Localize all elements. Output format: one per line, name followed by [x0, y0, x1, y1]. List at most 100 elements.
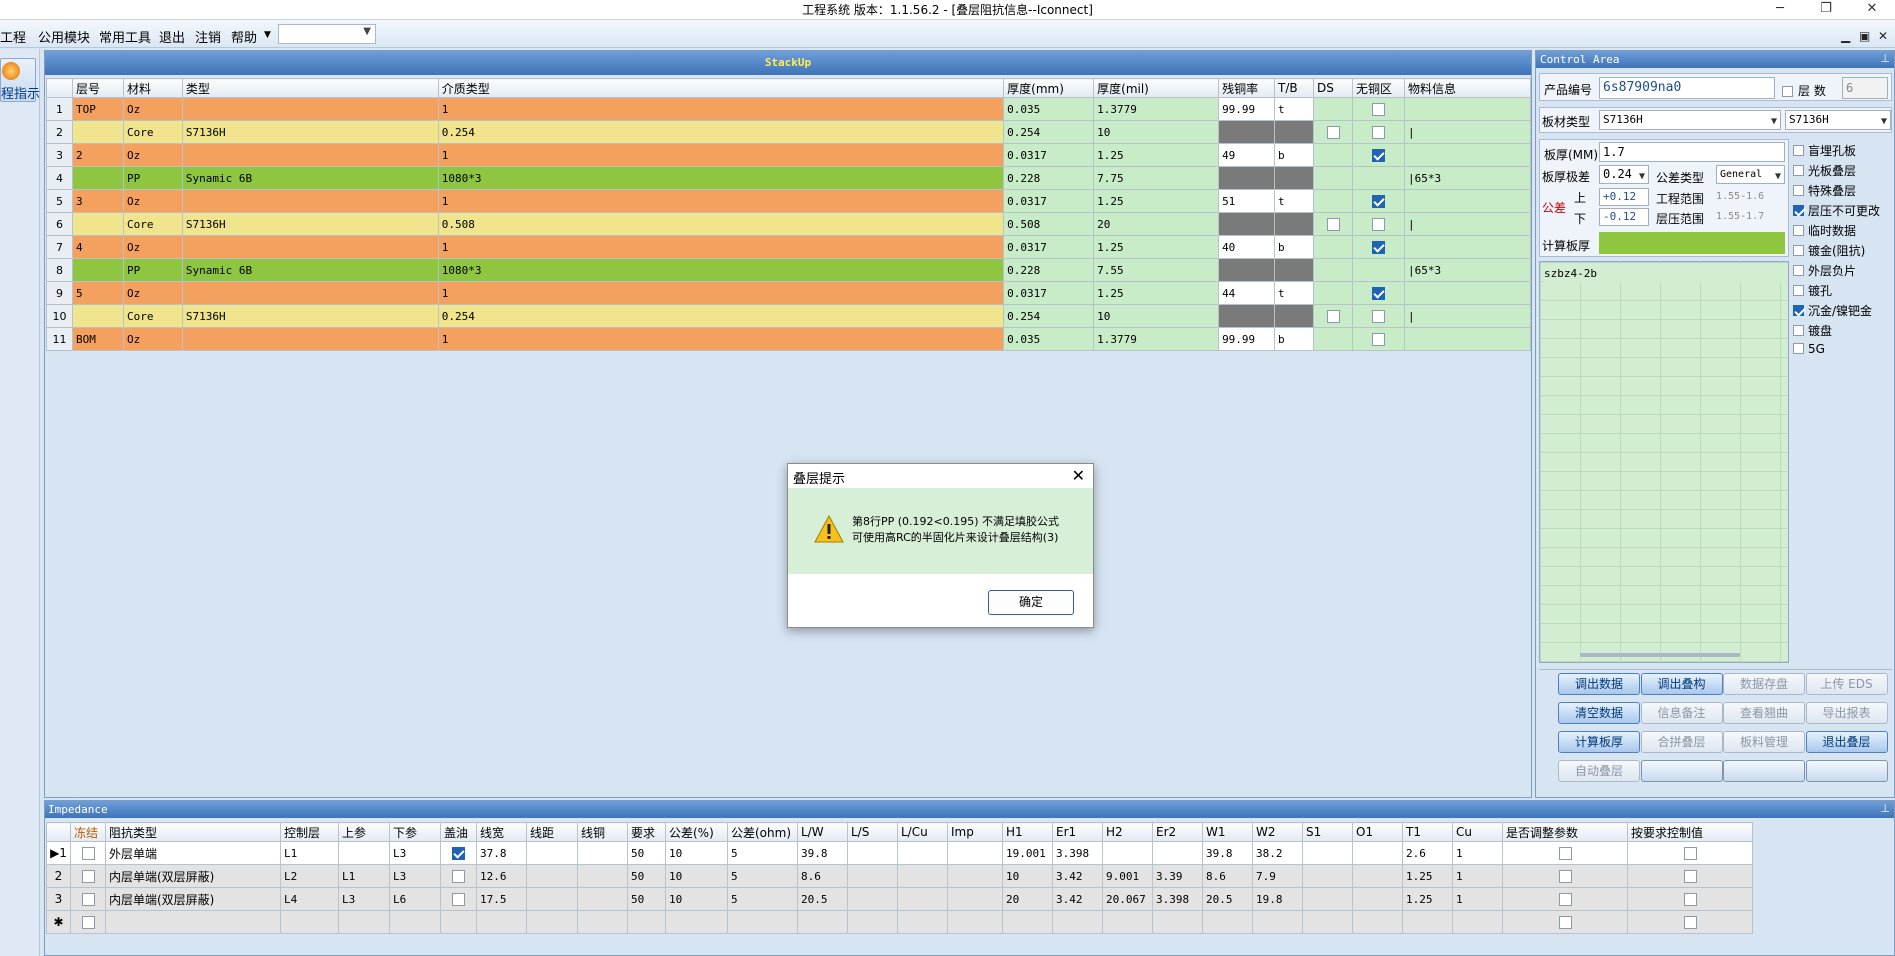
- copper-rate-cell[interactable]: [1218, 166, 1276, 190]
- thickness-mm-cell[interactable]: 0.228: [1003, 166, 1095, 190]
- oil-cell[interactable]: [440, 887, 477, 911]
- medium-cell[interactable]: 1: [437, 143, 1005, 167]
- type-cell[interactable]: [181, 97, 439, 121]
- imp-cell-h2[interactable]: 9.001: [1102, 864, 1153, 888]
- control-value-cell[interactable]: [1627, 841, 1753, 865]
- layer-cell[interactable]: [71, 212, 124, 236]
- upper-tolerance-input[interactable]: +0.12: [1599, 188, 1649, 206]
- menu-item-project[interactable]: 工程: [0, 27, 26, 46]
- thickness-mm-cell[interactable]: 0.0317: [1003, 143, 1095, 167]
- imp-cell-h2[interactable]: [1102, 841, 1153, 865]
- type-cell[interactable]: [181, 189, 439, 213]
- impedance-row[interactable]: 2 内层单端(双层屏蔽) L2 L1 L3 12.6 50 10 5 8.6 10 3.42 9.001…: [46, 864, 1753, 888]
- empty-cell[interactable]: [897, 910, 948, 934]
- pin-icon[interactable]: ⊥: [1880, 802, 1890, 815]
- material-info-cell[interactable]: |: [1403, 212, 1532, 236]
- imp-cell-lw[interactable]: 20.5: [797, 887, 848, 911]
- copper-rate-cell[interactable]: 49: [1218, 143, 1276, 167]
- material-info-cell[interactable]: |: [1403, 304, 1532, 328]
- layer-cell[interactable]: 3: [71, 189, 124, 213]
- material-cell[interactable]: Oz: [122, 97, 183, 121]
- imp-cell-o1[interactable]: [1352, 841, 1403, 865]
- thickness-mil-cell[interactable]: 1.3779: [1093, 327, 1220, 351]
- no-copper-checkbox[interactable]: [1371, 194, 1385, 208]
- material-info-cell[interactable]: [1403, 281, 1532, 305]
- imp-col-header[interactable]: 线宽: [476, 822, 527, 842]
- option-row[interactable]: 5G: [1793, 342, 1825, 356]
- medium-cell[interactable]: 1080*3: [437, 166, 1005, 190]
- ds-cell[interactable]: [1313, 327, 1353, 351]
- col-material-info[interactable]: 物料信息: [1403, 78, 1532, 98]
- material-info-cell[interactable]: [1403, 189, 1532, 213]
- col-layer[interactable]: 层号: [71, 78, 124, 98]
- type-cell[interactable]: [181, 235, 439, 259]
- medium-cell[interactable]: 1: [437, 235, 1005, 259]
- type-cell[interactable]: S7136H: [181, 120, 439, 144]
- no-copper-cell[interactable]: [1352, 189, 1405, 213]
- row-number[interactable]: 10: [46, 304, 73, 328]
- empty-cell[interactable]: [1302, 910, 1353, 934]
- empty-cell[interactable]: [947, 910, 1003, 934]
- control-value-cell[interactable]: [1627, 887, 1753, 911]
- copper-rate-cell[interactable]: 99.99: [1218, 97, 1276, 121]
- empty-cell[interactable]: [526, 910, 578, 934]
- empty-cell[interactable]: [338, 910, 390, 934]
- menu-item-public-module[interactable]: 公用模块: [38, 27, 90, 46]
- col-type[interactable]: 类型: [181, 78, 439, 98]
- menu-item-exit[interactable]: 退出: [159, 27, 185, 46]
- copper-rate-cell[interactable]: [1218, 212, 1276, 236]
- freeze-checkbox[interactable]: [81, 893, 95, 906]
- no-copper-cell[interactable]: [1352, 143, 1405, 167]
- control-button[interactable]: 合拼叠层: [1640, 731, 1723, 753]
- tb-cell[interactable]: [1274, 166, 1315, 190]
- imp-col-header[interactable]: L/W: [797, 822, 848, 842]
- option-row[interactable]: 镀盘: [1793, 322, 1832, 339]
- row-number[interactable]: 8: [46, 258, 73, 282]
- control-button[interactable]: [1640, 760, 1723, 782]
- no-copper-checkbox[interactable]: [1371, 102, 1385, 116]
- thickness-mil-cell[interactable]: 1.3779: [1093, 97, 1220, 121]
- imp-cell-cu[interactable]: 1: [1452, 887, 1503, 911]
- imp-cell-lcu[interactable]: [897, 864, 948, 888]
- material-info-cell[interactable]: [1403, 327, 1532, 351]
- empty-cell[interactable]: [627, 910, 666, 934]
- no-copper-checkbox[interactable]: [1371, 309, 1385, 323]
- adjust-param-checkbox[interactable]: [1558, 870, 1572, 883]
- layer-count-checkbox[interactable]: [1782, 84, 1793, 98]
- ds-cell[interactable]: [1313, 235, 1353, 259]
- col-thick-mil[interactable]: 厚度(mil): [1093, 78, 1220, 98]
- thickness-mil-cell[interactable]: 1.25: [1093, 281, 1220, 305]
- empty-cell[interactable]: [1202, 910, 1253, 934]
- adjust-param-checkbox[interactable]: [1558, 847, 1572, 860]
- medium-cell[interactable]: 1: [437, 189, 1005, 213]
- imp-cell-h1[interactable]: 10: [1002, 864, 1053, 888]
- tb-cell[interactable]: [1274, 212, 1315, 236]
- material-cell[interactable]: Core: [122, 120, 183, 144]
- control-button[interactable]: 数据存盘: [1723, 673, 1805, 695]
- material-cell[interactable]: Core: [122, 212, 183, 236]
- control-button[interactable]: [1805, 760, 1888, 782]
- row-number[interactable]: 9: [46, 281, 73, 305]
- control-button[interactable]: 调出叠构: [1640, 673, 1723, 695]
- empty-cell[interactable]: [577, 910, 628, 934]
- imp-col-header[interactable]: 按要求控制值: [1627, 822, 1753, 842]
- option-checkbox[interactable]: [1793, 185, 1804, 196]
- no-copper-cell[interactable]: [1352, 120, 1405, 144]
- material-cell[interactable]: Oz: [122, 327, 183, 351]
- stackup-row[interactable]: 8 PP Synamic 6B 1080*3 0.228 7.55 |65*3: [46, 258, 1532, 282]
- imp-cell-h2[interactable]: 20.067: [1102, 887, 1153, 911]
- ctrl-pin-icon[interactable]: ⊥: [1880, 52, 1890, 65]
- material-cell[interactable]: Oz: [122, 143, 183, 167]
- layer-cell[interactable]: 4: [71, 235, 124, 259]
- stackup-row[interactable]: 5 3 Oz 1 0.0317 1.25 51 t: [46, 189, 1532, 213]
- imp-cell-req[interactable]: 50: [627, 841, 666, 865]
- copper-rate-cell[interactable]: 44: [1218, 281, 1276, 305]
- imp-cell-h1[interactable]: 20: [1002, 887, 1053, 911]
- stack-list-scrollbar[interactable]: [1580, 653, 1740, 657]
- imp-cell-down[interactable]: L6: [389, 887, 441, 911]
- dialog-ok-button[interactable]: 确定: [988, 590, 1074, 615]
- mdi-close-icon[interactable]: ✕: [1878, 29, 1888, 43]
- thickness-pole-select[interactable]: 0.24 ▼: [1599, 165, 1649, 184]
- imp-cell-lcu[interactable]: [897, 841, 948, 865]
- option-checkbox[interactable]: [1793, 205, 1804, 216]
